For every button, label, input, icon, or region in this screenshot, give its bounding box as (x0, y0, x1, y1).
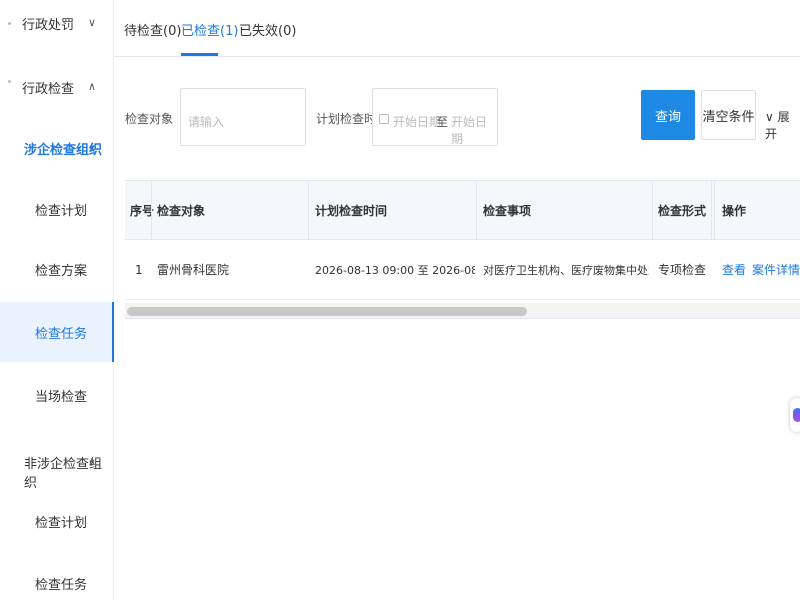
chevron-up-icon: ∧ (88, 142, 97, 155)
object-filter-label: 检查对象 (125, 112, 174, 126)
calendar-icon (379, 114, 389, 124)
header-actions: 操作 (722, 203, 747, 218)
sidebar-item-label: 检查任务 (35, 327, 88, 342)
header-object: 检查对象 (157, 203, 206, 218)
case-details-link[interactable]: 案件详情 (752, 261, 800, 278)
chevron-up-icon: ∧ (88, 455, 97, 468)
header-form: 检查形式 (658, 203, 707, 218)
range-separator: 至 (436, 115, 449, 129)
chevron-down-icon: ∨ (88, 16, 97, 29)
input-placeholder: 请输入 (188, 115, 225, 129)
start-date-placeholder: 开始日期 (393, 115, 442, 129)
end-date-placeholder: 开始日期 (451, 115, 488, 146)
sidebar-item-label: 检查计划 (35, 516, 88, 531)
table-header: 序号 检查对象 计划检查时间 检查事项 检查形式 操作 (125, 180, 800, 240)
sidebar-item-label: 当场检查 (35, 390, 88, 405)
sidebar-item-inspection-task[interactable]: 检查任务 (0, 302, 114, 362)
sidebar-item-inspection-plan[interactable]: 检查计划 (0, 180, 114, 240)
column-divider (308, 181, 309, 239)
bullet-icon (8, 80, 11, 83)
header-matter: 检查事项 (483, 203, 532, 218)
cell-actions: 查看 案件详情 (722, 240, 800, 299)
sidebar-group-label: 非涉企检查组织 (24, 457, 103, 491)
column-divider (711, 181, 712, 239)
view-link[interactable]: 查看 (722, 261, 746, 278)
app: 行政处罚 ∨ 行政检查 ∧ 涉企检查组织 ∧ 检查计划 检查方案 检查任务 当场… (0, 0, 800, 600)
sidebar-item-label: 行政处罚 (22, 18, 75, 33)
object-search-input[interactable]: 请输入 (180, 88, 306, 146)
cell-form: 专项检查 (658, 263, 707, 277)
sidebar-item-inspection-scheme[interactable]: 检查方案 (0, 240, 114, 300)
tab-inspected[interactable]: 已检查(1) (181, 20, 238, 39)
sidebar-item-administrative-inspection[interactable]: 行政检查 ∧ (0, 58, 114, 118)
expand-toggle[interactable]: ∨ 展开 (765, 108, 800, 142)
sidebar-item-inspection-plan-2[interactable]: 检查计划 (0, 490, 114, 550)
column-divider (652, 181, 653, 239)
sidebar-item-label: 检查方案 (35, 264, 88, 279)
sidebar-item-on-site-inspection[interactable]: 当场检查 (0, 366, 114, 426)
header-time: 计划检查时间 (315, 203, 388, 218)
tab-expired[interactable]: 已失效(0) (239, 20, 296, 39)
cell-object: 雷州骨科医院 (157, 263, 230, 277)
sidebar-item-inspection-task-2[interactable]: 检查任务 (0, 552, 114, 600)
sidebar-item-administrative-penalty[interactable]: 行政处罚 ∨ (0, 0, 114, 60)
sidebar-item-label: 检查任务 (35, 578, 88, 593)
column-divider (151, 181, 152, 239)
status-tabs: 待检查(0) 已检查(1) 已失效(0) (114, 0, 800, 57)
horizontal-scrollbar[interactable] (125, 303, 800, 319)
tab-pending[interactable]: 待检查(0) (124, 20, 181, 39)
query-button[interactable]: 查询 (641, 90, 695, 140)
sidebar-item-label: 行政检查 (22, 82, 75, 97)
sidebar: 行政处罚 ∨ 行政检查 ∧ 涉企检查组织 ∧ 检查计划 检查方案 检查任务 当场… (0, 0, 114, 600)
date-range-picker[interactable]: 开始日期 至 开始日期 (372, 88, 498, 146)
sidebar-group-non-enterprise-inspection[interactable]: 非涉企检查组织 ∧ (0, 430, 114, 491)
clear-conditions-button[interactable]: 清空条件 (701, 90, 756, 140)
bullet-icon (8, 22, 11, 25)
sidebar-group-enterprise-inspection[interactable]: 涉企检查组织 ∧ (0, 118, 114, 178)
assistant-logo-icon (793, 408, 800, 422)
assistant-float-icon[interactable] (790, 398, 800, 432)
chevron-up-icon: ∧ (88, 80, 97, 93)
cell-matter: 对医疗卫生机构、医疗废物集中处置单位... (483, 263, 649, 277)
cell-time: 2026-08-13 09:00 至 2026-08-31 18:00 (315, 263, 475, 277)
active-tab-indicator (181, 53, 218, 56)
column-divider (714, 181, 715, 239)
table-row[interactable]: 1 雷州骨科医院 2026-08-13 09:00 至 2026-08-31 1… (125, 240, 800, 300)
column-divider (476, 181, 477, 239)
sidebar-item-label: 检查计划 (35, 204, 88, 219)
scrollbar-thumb[interactable] (127, 307, 527, 316)
cell-index: 1 (135, 262, 143, 277)
